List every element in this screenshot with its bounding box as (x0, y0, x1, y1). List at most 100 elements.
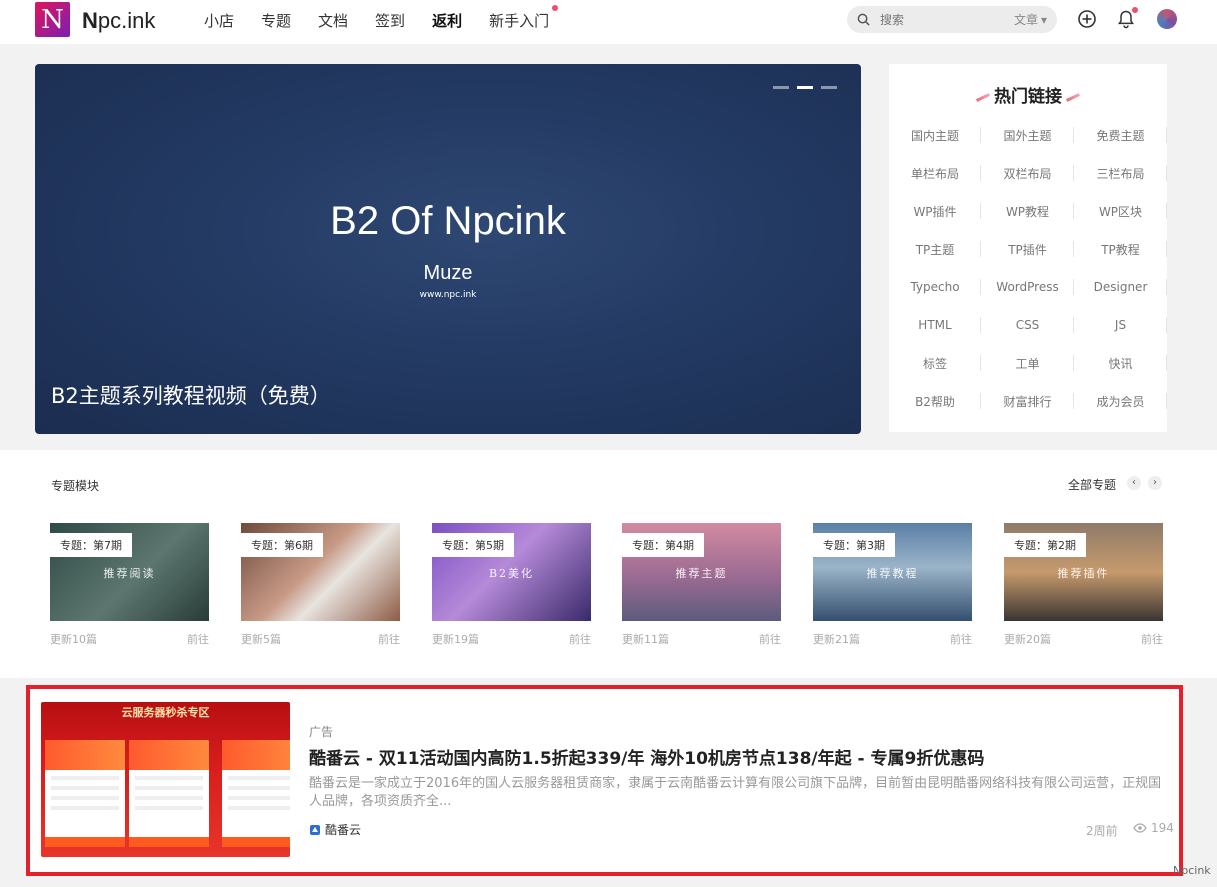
hot-link[interactable]: 单栏布局 (889, 154, 981, 192)
nav-item[interactable]: 文档 (318, 10, 348, 31)
topic-card-go-link[interactable]: 前往 (378, 631, 400, 647)
hot-link[interactable]: 免费主题 (1074, 116, 1167, 154)
hot-link[interactable]: WP插件 (889, 192, 981, 230)
hot-links-title-text: 热门链接 (994, 87, 1062, 107)
site-name-initial: N (82, 8, 98, 33)
topic-card[interactable]: 专题：第2期 推荐插件更新20篇 前往 (1004, 523, 1163, 647)
hot-link[interactable]: WP区块 (1074, 192, 1167, 230)
hot-link[interactable]: 财富排行 (981, 382, 1074, 420)
topic-card-updates: 更新11篇 (622, 633, 669, 646)
site-logo[interactable]: N (35, 2, 70, 37)
ad-brand[interactable]: 酷番云 (309, 821, 361, 838)
nav-item-label: 返利 (432, 12, 463, 30)
slider-dot[interactable] (821, 86, 837, 89)
ad-description: 酷番云是一家成立于2016年的国人云服务器租赁商家，隶属于云南酷番云计算有限公司… (309, 776, 1162, 809)
search-box[interactable]: 文章▾ (847, 6, 1057, 33)
ad-image[interactable]: 云服务器秒杀专区 (41, 702, 290, 857)
hot-link[interactable]: JS (1074, 306, 1167, 344)
slide-subtitle: Muze (423, 262, 473, 284)
topic-card-go-link[interactable]: 前往 (569, 631, 591, 647)
hot-link[interactable]: Typecho (889, 268, 981, 306)
topic-card-updates: 更新10篇 (50, 633, 97, 646)
topic-card-image[interactable]: 专题：第4期 推荐主题 (622, 523, 781, 621)
ad-card[interactable]: 云服务器秒杀专区 广告 酷番云 - 双11活动国内高防1.5折起339/年 海外… (26, 685, 1183, 876)
topics-section: 专题模块 全部专题 ‹ › 专题：第7期 推荐阅读 更新10篇 前往 专题：第6期 更新5… (0, 450, 1217, 678)
hot-link[interactable]: Designer (1074, 268, 1167, 306)
plus-circle-icon[interactable] (1077, 9, 1097, 29)
hot-link[interactable]: 成为会员 (1074, 382, 1167, 420)
topic-card-footer: 更新19篇 前往 (432, 631, 591, 647)
topic-card-updates: 更新5篇 (241, 633, 281, 646)
topic-card-image[interactable]: 专题：第3期 推荐教程 (813, 523, 972, 621)
search-type-select[interactable]: 文章 ▾ (1014, 11, 1047, 28)
nav-item-label: 新手入门 (489, 12, 550, 30)
topic-card-go-link[interactable]: 前往 (1141, 631, 1163, 647)
watermark: Npcink (1173, 864, 1211, 877)
topic-card[interactable]: 专题：第5期 B2美化更新19篇 前往 (432, 523, 591, 647)
hot-link[interactable]: WordPress (981, 268, 1074, 306)
topic-card-updates: 更新19篇 (432, 633, 479, 646)
hot-link[interactable]: 标签 (889, 344, 981, 382)
search-input[interactable] (880, 12, 990, 27)
topic-card-tag: 专题：第3期 (813, 533, 895, 557)
slider-dot[interactable] (773, 86, 789, 89)
topic-card-image[interactable]: 专题：第2期 推荐插件 (1004, 523, 1163, 621)
topic-card-tag: 专题：第5期 (432, 533, 514, 557)
hot-link[interactable]: WP教程 (981, 192, 1074, 230)
nav-item-label: 文档 (318, 12, 349, 30)
nav-item[interactable]: 专题 (261, 10, 291, 31)
topic-card-footer: 更新11篇 前往 (622, 631, 781, 647)
hero-slider[interactable]: B2 Of Npcink Muze www.npc.ink B2主题系列教程视频… (35, 64, 861, 434)
topic-card[interactable]: 专题：第6期更新5篇 前往 (241, 523, 400, 647)
hot-links-panel: 热门链接 国内主题 国外主题 免费主题单栏布局 双栏布局 三栏布局 WP插件 WP教程 WP区… (889, 64, 1167, 432)
hot-link[interactable]: 快讯 (1074, 344, 1167, 382)
user-avatar[interactable] (1157, 9, 1177, 29)
topic-card[interactable]: 专题：第4期 推荐主题更新11篇 前往 (622, 523, 781, 647)
prev-arrow-icon[interactable]: ‹ (1127, 476, 1141, 490)
topic-card-go-link[interactable]: 前往 (759, 631, 781, 647)
hot-links-title: 热门链接 (889, 82, 1167, 107)
topic-card-footer: 更新21篇 前往 (813, 631, 972, 647)
topic-card[interactable]: 专题：第3期 推荐教程更新21篇 前往 (813, 523, 972, 647)
hot-link[interactable]: 三栏布局 (1074, 154, 1167, 192)
hot-link[interactable]: TP插件 (981, 230, 1074, 268)
hot-link[interactable]: TP教程 (1074, 230, 1167, 268)
search-icon[interactable] (857, 13, 870, 26)
hot-link[interactable]: 工单 (981, 344, 1074, 382)
nav-item[interactable]: 新手入门 (489, 5, 559, 31)
topic-card[interactable]: 专题：第7期 推荐阅读更新10篇 前往 (50, 523, 209, 647)
ad-brand-name: 酷番云 (325, 823, 362, 837)
ad-views-count: 194 (1151, 821, 1174, 835)
nav-item[interactable]: 签到 (375, 10, 405, 31)
hot-link[interactable]: 国外主题 (981, 116, 1074, 154)
ad-views: 194 (1133, 821, 1174, 835)
topic-card-tag: 专题：第4期 (622, 533, 704, 557)
hot-link[interactable]: HTML (889, 306, 981, 344)
all-topics-link[interactable]: 全部专题 (1068, 476, 1116, 493)
topic-card-overlay-text: B2美化 (488, 567, 535, 580)
hot-link[interactable]: B2帮助 (889, 382, 981, 420)
topic-card-go-link[interactable]: 前往 (950, 631, 972, 647)
hot-link[interactable]: 国内主题 (889, 116, 981, 154)
eye-icon (1133, 823, 1147, 833)
next-arrow-icon[interactable]: › (1148, 476, 1162, 490)
new-indicator-dot (552, 5, 559, 11)
slide-caption[interactable]: B2主题系列教程视频（免费） (51, 380, 331, 410)
caret-down-icon: ▾ (1040, 12, 1047, 27)
brand-logo-icon (310, 824, 320, 835)
hot-link[interactable]: TP主题 (889, 230, 981, 268)
topic-card-image[interactable]: 专题：第6期 (241, 523, 400, 621)
slider-dot[interactable] (797, 86, 813, 89)
nav-item[interactable]: 小店 (204, 10, 234, 31)
topic-card-go-link[interactable]: 前往 (187, 631, 209, 647)
hot-link[interactable]: CSS (981, 306, 1074, 344)
topic-card-image[interactable]: 专题：第5期 B2美化 (432, 523, 591, 621)
topic-card-image[interactable]: 专题：第7期 推荐阅读 (50, 523, 209, 621)
nav-item[interactable]: 返利 (432, 10, 462, 31)
topic-card-updates: 更新20篇 (1004, 633, 1051, 646)
topic-card-overlay-text: 推荐插件 (1057, 567, 1110, 580)
nav-item-label: 小店 (204, 12, 235, 30)
ad-title[interactable]: 酷番云 - 双11活动国内高防1.5折起339/年 海外10机房节点138/年起… (309, 744, 984, 769)
site-name[interactable]: Npc.ink (82, 8, 155, 34)
hot-link[interactable]: 双栏布局 (981, 154, 1074, 192)
